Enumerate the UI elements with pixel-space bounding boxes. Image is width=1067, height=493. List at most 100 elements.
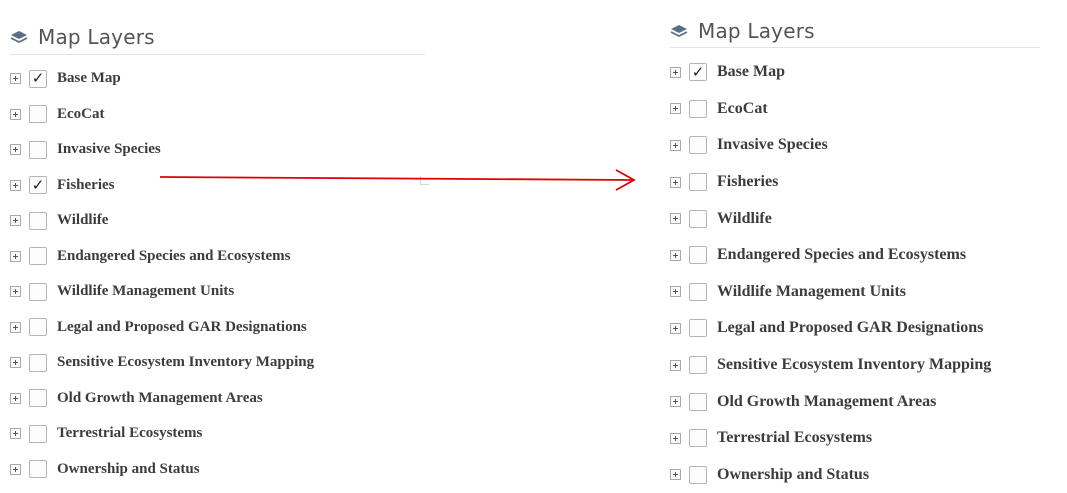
panel-header: Map Layers <box>10 20 425 55</box>
expand-icon[interactable] <box>670 396 681 408</box>
layer-checkbox[interactable] <box>689 282 707 301</box>
layer-checkbox[interactable] <box>29 282 47 301</box>
layer-label: Invasive Species <box>717 136 828 154</box>
expand-icon[interactable] <box>10 463 21 475</box>
layer-row[interactable]: Legal and Proposed GAR Designations <box>10 310 425 346</box>
layer-label: Wildlife Management Units <box>57 283 235 300</box>
layer-checkbox[interactable] <box>29 353 47 372</box>
expand-icon[interactable] <box>670 103 681 115</box>
layer-label: Terrestrial Ecosystems <box>57 425 203 442</box>
layer-row[interactable]: Wildlife Management Units <box>10 274 425 310</box>
layer-row[interactable]: EcoCat <box>10 97 425 133</box>
panel-title: Map Layers <box>38 25 155 49</box>
layer-row[interactable]: Terrestrial Ecosystems <box>10 416 425 452</box>
layer-checkbox[interactable] <box>29 247 47 266</box>
expand-icon[interactable] <box>10 286 21 298</box>
expand-icon[interactable] <box>10 108 21 120</box>
layer-label: Sensitive Ecosystem Inventory Mapping <box>57 354 315 371</box>
layer-label: Fisheries <box>57 176 115 193</box>
layer-row[interactable]: Sensitive Ecosystem Inventory Mapping <box>670 347 1040 384</box>
checkmark-icon: ✓ <box>31 176 45 194</box>
expand-icon[interactable] <box>670 322 681 334</box>
layer-checkbox[interactable] <box>689 319 707 338</box>
layer-checkbox[interactable] <box>689 356 707 375</box>
expand-icon[interactable] <box>10 392 21 404</box>
layer-checkbox[interactable] <box>689 173 707 192</box>
layer-label: Base Map <box>57 70 121 87</box>
expand-icon[interactable] <box>670 66 681 78</box>
layer-label: Old Growth Management Areas <box>57 389 263 406</box>
layer-row[interactable]: Invasive Species <box>670 127 1040 164</box>
layer-checkbox[interactable] <box>29 318 47 337</box>
layers-icon <box>670 24 688 37</box>
checkmark-icon: ✓ <box>691 63 705 81</box>
layer-row[interactable]: ✓ Fisheries <box>10 168 425 204</box>
layer-checkbox[interactable] <box>689 136 707 155</box>
layer-row[interactable]: Fisheries <box>670 164 1040 201</box>
expand-icon[interactable] <box>670 213 681 225</box>
layer-checkbox[interactable] <box>29 460 47 479</box>
layer-row[interactable]: Sensitive Ecosystem Inventory Mapping <box>10 345 425 381</box>
expand-icon[interactable] <box>10 428 21 440</box>
layer-row[interactable]: Wildlife <box>670 200 1040 237</box>
layer-row[interactable]: Endangered Species and Ecosystems <box>10 239 425 275</box>
layer-checkbox[interactable] <box>689 392 707 411</box>
layer-row[interactable]: EcoCat <box>670 91 1040 128</box>
expand-icon[interactable] <box>670 176 681 188</box>
expand-icon[interactable] <box>670 432 681 444</box>
layer-label: Legal and Proposed GAR Designations <box>717 319 984 337</box>
panel-title: Map Layers <box>698 18 815 43</box>
expand-icon[interactable] <box>10 250 21 262</box>
layer-checkbox[interactable] <box>689 209 707 228</box>
layer-row[interactable]: Wildlife <box>10 203 425 239</box>
layer-checkbox[interactable] <box>29 105 47 124</box>
layer-row[interactable]: Endangered Species and Ecosystems <box>670 237 1040 274</box>
layer-label: EcoCat <box>57 105 105 122</box>
layer-row[interactable]: Terrestrial Ecosystems <box>670 420 1040 457</box>
layer-label: Legal and Proposed GAR Designations <box>57 318 307 335</box>
expand-icon[interactable] <box>670 139 681 151</box>
expand-icon[interactable] <box>10 73 21 85</box>
expand-icon[interactable] <box>670 469 681 481</box>
layer-checkbox[interactable] <box>689 429 707 448</box>
layer-checkbox[interactable] <box>29 211 47 230</box>
expand-icon[interactable] <box>10 215 21 227</box>
layer-row[interactable]: Invasive Species <box>10 132 425 168</box>
expand-icon[interactable] <box>670 359 681 371</box>
layer-row[interactable]: ✓ Base Map <box>670 54 1040 91</box>
layer-checkbox[interactable] <box>29 140 47 159</box>
layer-label: Wildlife <box>717 209 772 227</box>
layer-checkbox[interactable]: ✓ <box>689 63 707 82</box>
layer-label: Fisheries <box>717 173 779 191</box>
expand-icon[interactable] <box>10 321 21 333</box>
map-layers-panel-after: Map Layers ✓ Base Map EcoCat Invasive Speci… <box>670 14 1040 493</box>
expand-icon[interactable] <box>10 357 21 369</box>
layer-label: Invasive Species <box>57 141 161 158</box>
layer-checkbox[interactable] <box>689 99 707 118</box>
layer-label: Endangered Species and Ecosystems <box>57 247 291 264</box>
expand-icon[interactable] <box>10 179 21 191</box>
panel-header: Map Layers <box>670 14 1040 48</box>
layer-row[interactable]: Old Growth Management Areas <box>10 381 425 417</box>
layer-checkbox[interactable]: ✓ <box>29 176 47 195</box>
layer-row[interactable]: Old Growth Management Areas <box>670 383 1040 420</box>
expand-icon[interactable] <box>670 249 681 261</box>
layer-checkbox[interactable] <box>689 465 707 484</box>
layer-checkbox[interactable]: ✓ <box>29 69 47 88</box>
layer-row[interactable]: Legal and Proposed GAR Designations <box>670 310 1040 347</box>
layer-checkbox[interactable] <box>689 246 707 265</box>
expand-icon[interactable] <box>10 144 21 156</box>
layer-checkbox[interactable] <box>29 424 47 443</box>
layer-row[interactable]: Wildlife Management Units <box>670 274 1040 311</box>
layer-label: Wildlife Management Units <box>717 282 907 300</box>
layer-row[interactable]: ✓ Base Map <box>10 61 425 97</box>
layer-row[interactable]: Ownership and Status <box>670 457 1040 493</box>
layer-label: EcoCat <box>717 99 768 117</box>
expand-icon[interactable] <box>670 286 681 298</box>
layer-checkbox[interactable] <box>29 389 47 408</box>
layer-list: ✓ Base Map EcoCat Invasive Species ✓ Fisherie… <box>10 61 425 487</box>
layer-row[interactable]: Ownership and Status <box>10 452 425 488</box>
layer-label: Sensitive Ecosystem Inventory Mapping <box>717 356 992 374</box>
layers-icon <box>10 31 28 44</box>
layer-label: Ownership and Status <box>717 465 870 483</box>
